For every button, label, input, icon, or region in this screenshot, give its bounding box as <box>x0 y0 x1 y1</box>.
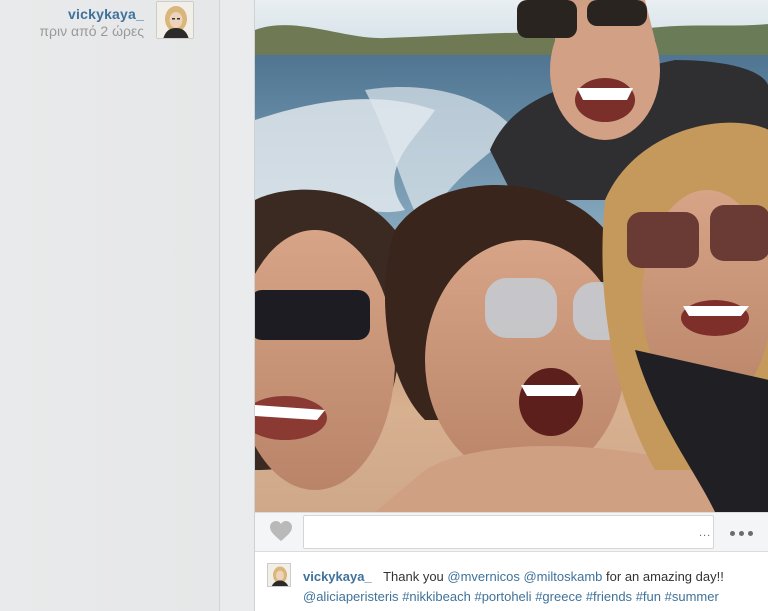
caption-username[interactable]: vickykaya_ <box>303 569 372 584</box>
hashtag-link[interactable]: #greece <box>535 589 582 604</box>
hashtag-link[interactable]: #friends <box>586 589 632 604</box>
caption-text-start: Thank you <box>383 569 444 584</box>
caption-text-mid: for an amazing day!! <box>606 569 724 584</box>
gutter <box>221 0 254 611</box>
like-button[interactable] <box>261 518 301 548</box>
mention-link[interactable]: @aliciaperisteris <box>303 589 399 604</box>
more-dots-icon <box>729 530 753 536</box>
post-photo[interactable] <box>255 0 768 512</box>
mention-link[interactable]: @mvernicos <box>447 569 519 584</box>
caption-text: vickykaya_ Thank you @mvernicos @miltosk… <box>303 567 763 607</box>
input-ellipsis: ... <box>699 527 712 539</box>
left-panel: vickykaya_ πριν από 2 ώρες <box>0 0 220 611</box>
post-header: vickykaya_ πριν από 2 ώρες <box>39 6 144 39</box>
hashtag-link[interactable]: #fun <box>636 589 661 604</box>
hashtag-link[interactable]: #portoheli <box>474 589 531 604</box>
comment-input[interactable] <box>303 515 714 549</box>
action-bar: ... <box>255 512 768 552</box>
avatar[interactable] <box>156 1 194 39</box>
post-timestamp[interactable]: πριν από 2 ώρες <box>39 23 144 39</box>
hashtag-link[interactable]: #nikkibeach <box>402 589 471 604</box>
mention-link[interactable]: @miltoskamb <box>523 569 602 584</box>
caption: vickykaya_ Thank you @mvernicos @miltosk… <box>255 552 768 611</box>
heart-icon <box>269 520 293 547</box>
post-username[interactable]: vickykaya_ <box>39 6 144 22</box>
caption-avatar[interactable] <box>267 563 291 587</box>
more-options-button[interactable] <box>721 523 761 543</box>
post-card: ... vickykaya_ Thank you @mvernicos @mil… <box>254 0 768 611</box>
hashtag-link[interactable]: #summer <box>665 589 719 604</box>
